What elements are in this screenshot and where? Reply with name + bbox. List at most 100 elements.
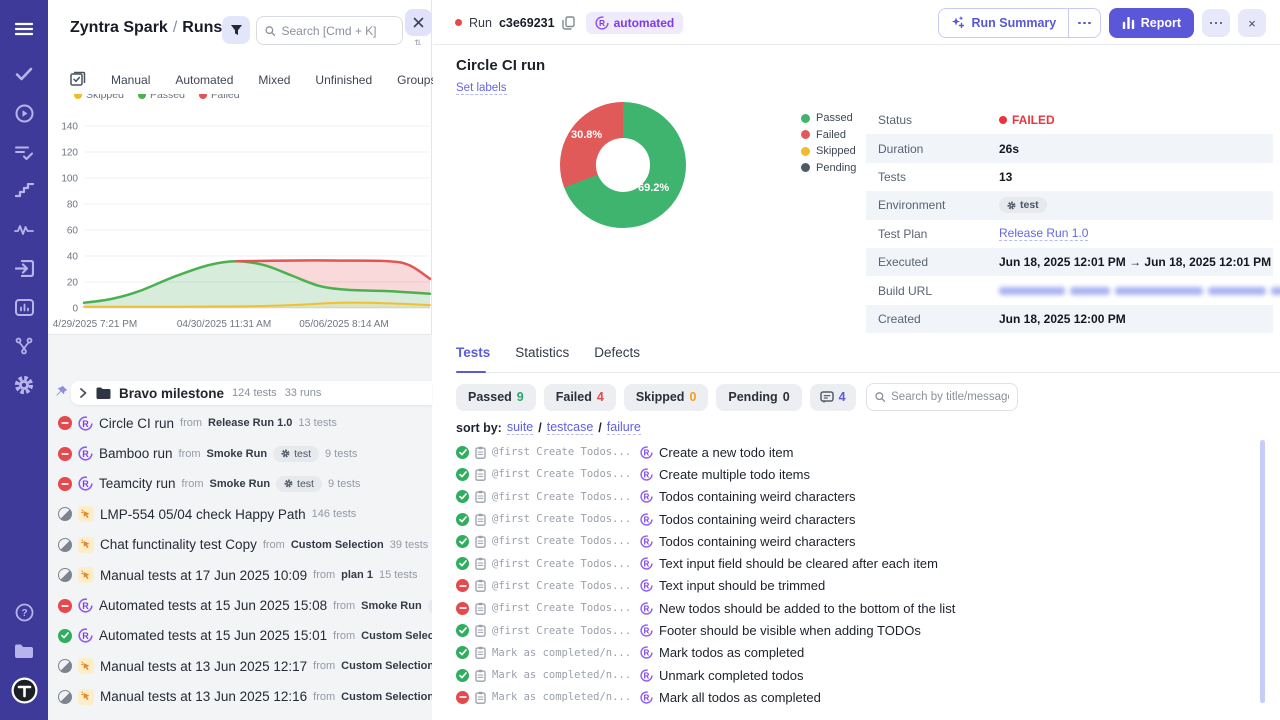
run-list-item[interactable]: R Automated tests at 15 Jun 2025 15:01 f… bbox=[48, 621, 432, 651]
automated-run-icon: R bbox=[640, 557, 653, 570]
test-suite: @first Create Todos... bbox=[492, 625, 634, 637]
status-filter-chip[interactable]: Passed 9 bbox=[456, 384, 536, 411]
test-row[interactable]: @first Create Todos... R Todos containin… bbox=[456, 486, 1250, 508]
test-row[interactable]: @first Create Todos... R Create a new to… bbox=[456, 441, 1250, 463]
status-filter-chip[interactable]: Failed 4 bbox=[544, 384, 616, 411]
test-row[interactable]: Mark as completed/n... R Mark all todos … bbox=[456, 686, 1250, 708]
set-labels-link[interactable]: Set labels bbox=[456, 82, 507, 95]
sort-link[interactable]: failure bbox=[607, 420, 641, 435]
report-box-icon[interactable] bbox=[0, 290, 48, 324]
task-list-icon[interactable] bbox=[0, 135, 48, 169]
test-row[interactable]: Mark as completed/n... R Mark todos as c… bbox=[456, 642, 1250, 664]
projects-icon[interactable] bbox=[0, 634, 48, 668]
passed-status-icon bbox=[456, 468, 469, 481]
activity-icon[interactable] bbox=[0, 212, 48, 246]
play-circle-icon[interactable] bbox=[0, 96, 48, 130]
runs-tab[interactable]: Groups bbox=[397, 73, 436, 87]
test-row[interactable]: @first Create Todos... R Create multiple… bbox=[456, 463, 1250, 485]
select-all-icon[interactable] bbox=[70, 70, 86, 89]
from-label: from bbox=[182, 478, 204, 490]
test-row[interactable]: Mark as completed/n... R Unmark complete… bbox=[456, 664, 1250, 686]
runs-tab[interactable]: Manual bbox=[111, 73, 150, 87]
svg-text:R: R bbox=[644, 582, 650, 591]
run-source: Smoke Run bbox=[361, 600, 422, 612]
svg-text:R: R bbox=[82, 418, 89, 428]
legend-dot bbox=[138, 94, 146, 99]
test-plan-link[interactable]: Release Run 1.0 bbox=[999, 226, 1088, 241]
sort-link[interactable]: testcase bbox=[547, 420, 594, 435]
badge-label: automated bbox=[614, 16, 675, 30]
tests-search[interactable] bbox=[866, 383, 1018, 411]
run-group-row[interactable]: Bravo milestone 124 tests 33 runs bbox=[71, 381, 432, 405]
breadcrumb-project[interactable]: Zyntra Spark bbox=[70, 19, 168, 36]
run-list-item[interactable]: R Circle CI run from Release Run 1.0 13 … bbox=[48, 408, 432, 438]
help-icon[interactable]: ? bbox=[0, 595, 48, 629]
run-list-item[interactable]: R Chat functinality test Copy from Custo… bbox=[48, 530, 432, 560]
runs-search-input[interactable] bbox=[281, 24, 394, 38]
sort-link[interactable]: suite bbox=[507, 420, 533, 435]
tests-scrollbar[interactable] bbox=[1260, 440, 1265, 703]
test-row[interactable]: @first Create Todos... R New todos shoul… bbox=[456, 597, 1250, 619]
chevron-right-icon[interactable] bbox=[79, 388, 88, 398]
sign-in-icon[interactable] bbox=[0, 251, 48, 285]
status-filter-chip[interactable]: Skipped 0 bbox=[624, 384, 709, 411]
runs-tab[interactable]: Unfinished bbox=[315, 73, 372, 87]
copy-icon[interactable] bbox=[562, 16, 575, 30]
test-row[interactable]: @first Create Todos... R Text input fiel… bbox=[456, 552, 1250, 574]
check-icon[interactable] bbox=[0, 57, 48, 91]
menu-icon[interactable] bbox=[0, 12, 48, 46]
legend-dot bbox=[801, 130, 810, 139]
test-row[interactable]: @first Create Todos... R Text input shou… bbox=[456, 575, 1250, 597]
legend-label: Passed bbox=[150, 94, 185, 101]
runs-search[interactable] bbox=[256, 16, 403, 45]
run-list-item[interactable]: R Manual tests at 17 Jun 2025 10:09 from… bbox=[48, 560, 432, 590]
detail-tab[interactable]: Defects bbox=[594, 345, 640, 372]
run-list-item[interactable]: R LMP-554 05/04 check Happy Path 146 tes… bbox=[48, 499, 432, 529]
sort-toggle-partial[interactable]: ⇅ bbox=[414, 38, 422, 45]
tests-search-input[interactable] bbox=[891, 391, 1008, 403]
automated-run-icon: R bbox=[640, 579, 653, 592]
folder-icon bbox=[96, 387, 111, 399]
branch-icon[interactable] bbox=[0, 329, 48, 363]
status-filter-chip[interactable]: Pending 0 bbox=[716, 384, 801, 411]
passed-status-icon bbox=[456, 557, 469, 570]
svg-text:80: 80 bbox=[67, 200, 79, 211]
test-title: Todos containing weird characters bbox=[659, 489, 856, 504]
logo[interactable] bbox=[0, 673, 48, 707]
from-label: from bbox=[333, 600, 355, 612]
info-row: Duration 26s 26s 26s 26s bbox=[866, 134, 1273, 162]
runs-tab[interactable]: Automated bbox=[175, 73, 233, 87]
pin-icon[interactable] bbox=[55, 385, 68, 403]
run-list-item[interactable]: R Teamcity run from Smoke Run test 9 tes… bbox=[48, 469, 432, 499]
runs-tab[interactable]: Mixed bbox=[258, 73, 290, 87]
test-row[interactable]: @first Create Todos... R Todos containin… bbox=[456, 508, 1250, 530]
test-row[interactable]: @first Create Todos... R Footer should b… bbox=[456, 619, 1250, 641]
detail-tab[interactable]: Tests bbox=[456, 345, 490, 372]
sort-label: sort by: bbox=[456, 421, 502, 435]
donut-legend: Passed Failed Skipped Pending bbox=[801, 112, 856, 174]
run-list-item[interactable]: R Bamboo run from Smoke Run test 9 tests bbox=[48, 438, 432, 468]
run-source: Release Run 1.0 bbox=[208, 417, 292, 429]
svg-text:R: R bbox=[644, 537, 650, 546]
run-name: Automated tests at 15 Jun 2025 15:01 bbox=[99, 628, 327, 643]
panel-close-button[interactable] bbox=[405, 9, 432, 36]
run-list-item[interactable]: R Automated tests at 15 Jun 2025 15:08 f… bbox=[48, 590, 432, 620]
more-actions-button[interactable] bbox=[1202, 9, 1230, 37]
comments-filter-chip[interactable]: 4 bbox=[810, 384, 856, 411]
gear-icon[interactable] bbox=[0, 368, 48, 402]
test-row[interactable]: @first Create Todos... R Todos containin… bbox=[456, 530, 1250, 552]
run-summary-more-button[interactable] bbox=[1068, 9, 1100, 37]
legend-label: Passed bbox=[816, 112, 853, 124]
steps-icon[interactable] bbox=[0, 173, 48, 207]
detail-tab[interactable]: Statistics bbox=[515, 345, 569, 372]
run-list-item[interactable]: R Manual tests at 13 Jun 2025 12:16 from… bbox=[48, 682, 432, 712]
report-button[interactable]: Report bbox=[1109, 8, 1194, 38]
run-list-item[interactable]: R Manual tests at 13 Jun 2025 12:17 from… bbox=[48, 651, 432, 681]
sort-separator: / bbox=[538, 421, 541, 435]
info-row: Status FAILED FAILED FAILED FAILED bbox=[866, 106, 1273, 134]
filter-button[interactable] bbox=[222, 16, 250, 44]
close-run-button[interactable]: × bbox=[1238, 9, 1266, 37]
run-summary-button[interactable]: Run Summary bbox=[939, 9, 1068, 37]
info-value: 13 13 13 13 bbox=[999, 170, 1012, 184]
text-value: 26s bbox=[999, 142, 1019, 156]
